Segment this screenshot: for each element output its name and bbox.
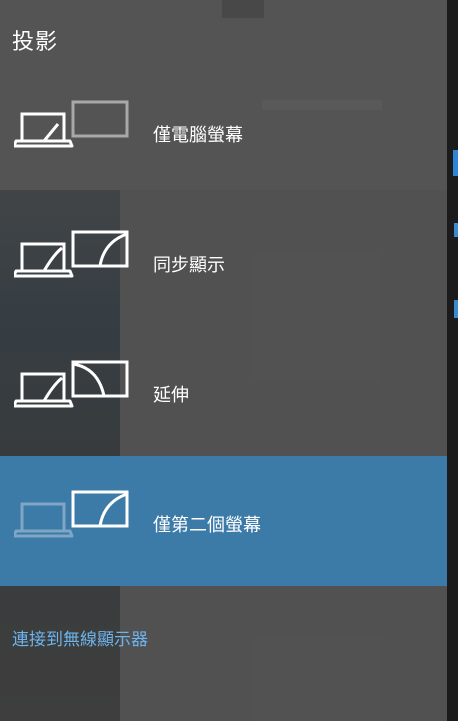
duplicate-icon	[14, 230, 129, 278]
option-label: 僅第二個螢幕	[153, 515, 261, 536]
option-extend[interactable]: 延伸	[0, 326, 447, 456]
edge-accent-mark	[453, 150, 458, 176]
edge-accent-mark	[454, 223, 458, 237]
option-label: 同步顯示	[153, 255, 225, 276]
extend-icon	[14, 360, 129, 408]
option-label: 延伸	[153, 385, 189, 406]
option-second-screen-only[interactable]: 僅第二個螢幕	[0, 456, 447, 586]
option-label: 僅電腦螢幕	[153, 125, 243, 146]
pc-screen-only-icon	[14, 100, 129, 148]
second-screen-only-icon	[14, 490, 129, 538]
connect-wireless-display-link[interactable]: 連接到無線顯示器	[12, 625, 148, 650]
flyout-title: 投影	[12, 30, 59, 55]
screen-edge	[447, 0, 458, 721]
edge-accent-mark	[454, 300, 458, 318]
project-flyout: 投影 僅電腦螢幕 同步顯示 延伸 僅第二個螢幕 連接到無線顯示器	[0, 0, 447, 721]
option-duplicate[interactable]: 同步顯示	[0, 196, 447, 326]
option-pc-screen-only[interactable]: 僅電腦螢幕	[0, 66, 447, 196]
